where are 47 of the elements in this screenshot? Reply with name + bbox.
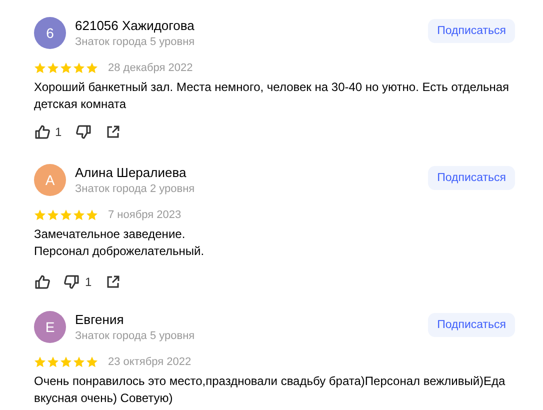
- star-icon: [73, 209, 85, 221]
- thumbs-up-icon: [34, 274, 50, 290]
- thumbs-down-icon: [64, 274, 80, 290]
- reviewer-level: Знаток города 5 уровня: [75, 330, 196, 342]
- star-icon: [34, 356, 46, 368]
- avatar-letter: А: [45, 172, 55, 188]
- like-button[interactable]: 1: [34, 124, 62, 140]
- avatar-letter: 6: [46, 25, 54, 41]
- share-button[interactable]: [106, 275, 120, 289]
- star-icon: [73, 356, 85, 368]
- thumbs-up-icon: [34, 124, 50, 140]
- dislike-button[interactable]: 1: [64, 274, 92, 290]
- star-icon: [47, 356, 59, 368]
- vote-count: 1: [55, 125, 62, 139]
- star-icon: [47, 62, 59, 74]
- subscribe-button[interactable]: Подписаться: [428, 166, 515, 190]
- like-button[interactable]: [34, 274, 50, 290]
- star-icon: [47, 209, 59, 221]
- star-icon: [60, 356, 72, 368]
- reviewer-level: Знаток города 2 уровня: [75, 183, 196, 195]
- review-text: Хороший банкетный зал. Места немного, человек на 30-40 но уютно. Есть отдельная детская комната: [34, 79, 510, 113]
- review-date: 28 декабря 2022: [108, 62, 193, 74]
- reviewer-level: Знаток города 5 уровня: [75, 36, 196, 48]
- review-text: Очень понравилось это место,праздновали свадьбу брата)Персонал вежливый)Еда вкусная очень) Советую): [34, 373, 506, 407]
- star-icon: [60, 62, 72, 74]
- vote-count: 1: [85, 275, 92, 289]
- star-icon: [86, 62, 98, 74]
- share-button[interactable]: [106, 125, 120, 139]
- thumbs-down-icon: [76, 124, 92, 140]
- reviewer-name[interactable]: Евгения: [75, 312, 420, 327]
- share-icon: [106, 125, 120, 139]
- star-icon: [34, 62, 46, 74]
- share-icon: [106, 275, 120, 289]
- star-icon: [86, 356, 98, 368]
- dislike-button[interactable]: [76, 124, 92, 140]
- review-date: 7 ноября 2023: [108, 209, 182, 221]
- star-icon: [34, 209, 46, 221]
- subscribe-button[interactable]: Подписаться: [428, 313, 515, 337]
- reviewer-name[interactable]: 621056 Хажидогова: [75, 18, 420, 33]
- reviewer-name[interactable]: Алина Шералиева: [75, 165, 420, 180]
- review-date: 23 октября 2022: [108, 356, 192, 368]
- star-icon: [86, 209, 98, 221]
- review-text: Замечательное заведение. Персонал доброжелательный.: [34, 226, 206, 260]
- subscribe-button[interactable]: Подписаться: [428, 19, 515, 43]
- star-icon: [60, 209, 72, 221]
- avatar-letter: Е: [45, 319, 55, 335]
- star-icon: [73, 62, 85, 74]
